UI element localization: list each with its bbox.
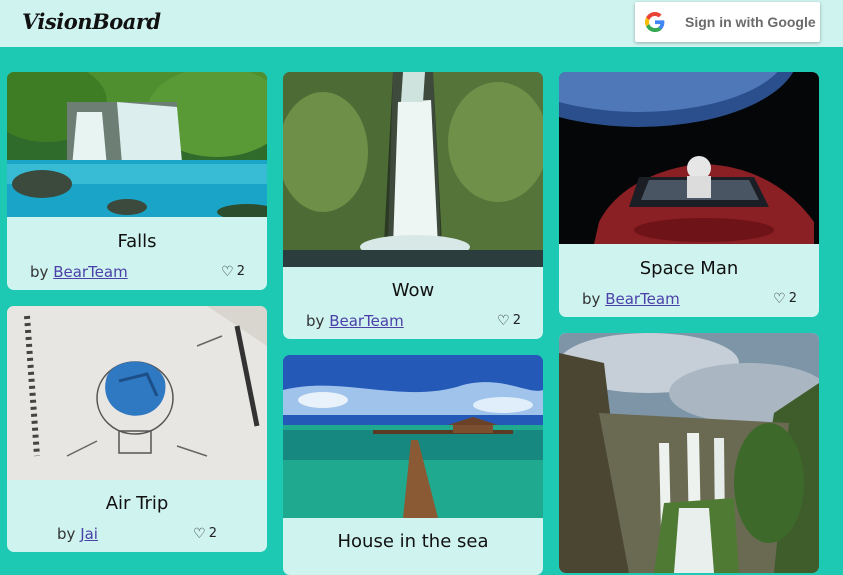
card-image-waterfall-lagoon[interactable] [7, 72, 267, 217]
card-meta: by BearTeam ♡ 2 [7, 263, 267, 283]
app-logo[interactable]: VisionBoard [22, 9, 161, 34]
card-image-car-in-space[interactable] [559, 72, 819, 244]
by-label: by [582, 290, 601, 308]
vision-card[interactable]: Falls by BearTeam ♡ 2 [7, 72, 267, 290]
google-g-icon [645, 12, 665, 32]
card-meta: by BearTeam ♡ 2 [559, 290, 819, 310]
author-link[interactable]: Jai [80, 525, 98, 543]
author-link[interactable]: BearTeam [329, 312, 404, 330]
by-label: by [306, 312, 325, 330]
card-title: Falls [117, 231, 157, 252]
vision-card[interactable] [559, 333, 819, 573]
like-count: 2 [208, 526, 217, 541]
author-link[interactable]: BearTeam [53, 263, 128, 281]
card-title: Wow [391, 280, 435, 301]
heart-outline-icon: ♡ [773, 290, 786, 307]
like-count: 2 [236, 264, 245, 279]
author-line: by BearTeam [306, 312, 404, 330]
vision-card[interactable]: Wow by BearTeam ♡ 2 [283, 72, 543, 339]
card-image-crumpled-paper-lightbulb[interactable] [7, 306, 267, 480]
card-title: House in the sea [337, 531, 489, 552]
heart-outline-icon: ♡ [497, 312, 510, 329]
like-button[interactable]: ♡ 2 [221, 264, 245, 279]
like-count: 2 [512, 313, 521, 328]
author-link[interactable]: BearTeam [605, 290, 680, 308]
like-button[interactable]: ♡ 2 [773, 291, 797, 306]
by-label: by [57, 525, 76, 543]
vision-card[interactable]: House in the sea [283, 355, 543, 575]
card-image-waterfall-cliff[interactable] [283, 72, 543, 267]
google-signin-label: Sign in with Google [685, 14, 816, 30]
card-title: Space Man [639, 258, 739, 279]
vision-card[interactable]: Air Trip by Jai ♡ 2 [7, 306, 267, 552]
like-button[interactable]: ♡ 2 [497, 313, 521, 328]
author-line: by BearTeam [30, 263, 128, 281]
heart-outline-icon: ♡ [193, 525, 206, 542]
by-label: by [30, 263, 49, 281]
vision-card[interactable]: Space Man by BearTeam ♡ 2 [559, 72, 819, 317]
author-line: by BearTeam [582, 290, 680, 308]
heart-outline-icon: ♡ [221, 263, 234, 280]
app-header: VisionBoard Sign in with Google [0, 0, 843, 47]
card-meta: by Jai ♡ 2 [7, 525, 267, 545]
card-meta: by BearTeam ♡ 2 [283, 312, 543, 332]
card-image-overwater-bungalow-pier[interactable] [283, 355, 543, 518]
card-image-canyon-waterfalls[interactable] [559, 333, 819, 573]
card-title: Air Trip [105, 493, 169, 514]
like-count: 2 [788, 291, 797, 306]
author-line: by Jai [57, 525, 98, 543]
like-button[interactable]: ♡ 2 [193, 526, 217, 541]
google-signin-button[interactable]: Sign in with Google [635, 2, 820, 42]
